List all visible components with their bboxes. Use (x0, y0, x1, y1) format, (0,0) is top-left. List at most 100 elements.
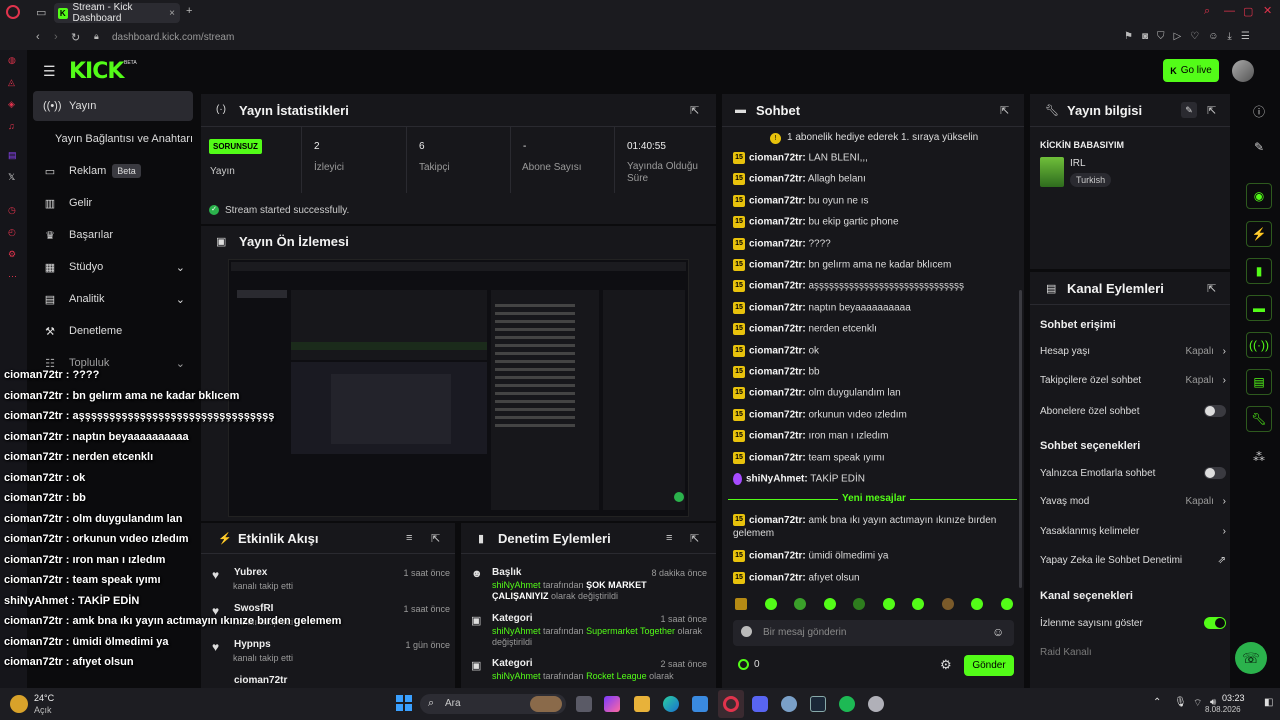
chat-username[interactable]: cioman72tr: (749, 431, 806, 442)
mod-user[interactable]: shiNyAhmet (492, 626, 541, 636)
sidebar-item-studio[interactable]: ▦ Stüdyo ⌄ (33, 252, 193, 282)
discord-icon[interactable] (752, 696, 768, 712)
chat-username[interactable]: cioman72tr: (749, 388, 806, 399)
popout-icon[interactable]: ⇱ (1000, 104, 1009, 117)
file-explorer-icon[interactable] (634, 696, 650, 712)
channel-icon[interactable]: ▤ (1246, 369, 1272, 395)
emote-icon[interactable] (735, 598, 747, 610)
filter-icon[interactable]: ≡ (406, 532, 412, 544)
x-icon[interactable]: 𝕏 (8, 172, 15, 183)
camera-icon[interactable]: ◉ (1246, 183, 1272, 209)
sidebar-item-analytics[interactable]: ▤ Analitik ⌄ (33, 284, 193, 314)
sidebar-item-stream[interactable]: ((•)) Yayın (33, 91, 193, 121)
store-icon[interactable] (692, 696, 708, 712)
info-icon[interactable]: ⓘ (1246, 98, 1272, 124)
tab-menu-icon[interactable]: ▭ (36, 6, 46, 19)
pinned-message[interactable]: ! 1 abonelik hediye ederek 1. sıraya yüks… (770, 132, 978, 144)
mod-user[interactable]: shiNyAhmet (492, 671, 541, 681)
search-icon[interactable]: ⌕ (1204, 5, 1210, 18)
popout-icon[interactable]: ⇱ (1207, 104, 1216, 117)
chat-username[interactable]: cioman72tr: (749, 345, 806, 356)
chat-username[interactable]: cioman72tr: (749, 195, 806, 206)
emoji-icon[interactable]: ☺ (992, 625, 1004, 639)
apps-icon[interactable]: ⁂ (1246, 444, 1272, 470)
clock-date[interactable]: 8.08.2026 (1205, 705, 1241, 714)
notification-icon[interactable]: ◧ (1264, 697, 1273, 708)
sidebar-item-achievements[interactable]: ♛ Başarılar (33, 220, 193, 250)
activity-user[interactable]: cioman72tr (234, 675, 287, 686)
tray-chevron-icon[interactable]: ⌃ (1153, 697, 1161, 708)
twitch-icon[interactable]: ▤ (8, 150, 17, 161)
account-age-row[interactable]: Hesap yaşı Kapalı › (1040, 346, 1226, 357)
chat-scrollbar[interactable] (1019, 290, 1022, 588)
sidebar-item-ads[interactable]: ▭ Reklam Beta (33, 156, 193, 186)
chat-username[interactable]: cioman72tr: (749, 174, 806, 185)
lightning-icon[interactable]: ⚡ (1246, 221, 1272, 247)
stream-preview-video[interactable] (228, 259, 689, 517)
messenger-icon[interactable]: ◍ (8, 55, 16, 66)
chat-username[interactable]: cioman72tr: (749, 452, 806, 463)
sidebar-item-revenue[interactable]: ▥ Gelir (33, 188, 193, 218)
ai-moderation-row[interactable]: Yapay Zeka ile Sohbet Denetimi ⇗ (1040, 555, 1226, 566)
wifi-icon[interactable]: ⌔ (1193, 697, 1202, 710)
clock-icon[interactable]: ◴ (8, 227, 16, 238)
go-live-button[interactable]: K Go live (1163, 59, 1219, 82)
heart-icon[interactable]: ♡ (1190, 31, 1199, 45)
document-icon[interactable]: ▮ (1246, 258, 1272, 284)
activity-user[interactable]: Yubrex (234, 567, 267, 578)
chat-icon[interactable]: ▬ (1246, 295, 1272, 321)
new-tab-button[interactable]: + (186, 5, 192, 17)
points-icon[interactable] (738, 659, 749, 670)
chat-username[interactable]: shiNyAhmet: (746, 474, 808, 485)
chat-username[interactable]: cioman72tr: (749, 409, 806, 420)
edge-icon[interactable] (663, 696, 679, 712)
chat-username[interactable]: cioman72tr: (749, 367, 806, 378)
chat-username[interactable]: cioman72tr: (749, 281, 806, 292)
back-icon[interactable]: ‹ (36, 31, 40, 43)
clock-time[interactable]: 03:23 (1222, 693, 1245, 703)
mod-user[interactable]: shiNyAhmet (492, 580, 541, 590)
shield-icon[interactable]: ⛉ (1157, 31, 1165, 45)
slow-mode-row[interactable]: Yavaş mod Kapalı › (1040, 496, 1226, 507)
more-icon[interactable]: ⋯ (8, 271, 17, 282)
chat-input[interactable]: Bir mesaj gönderin ☺ (733, 620, 1014, 646)
download-icon[interactable]: ⤓ (1227, 31, 1231, 45)
forward-icon[interactable]: › (54, 31, 58, 43)
chat-username[interactable]: cioman72tr: (749, 260, 806, 271)
music-icon[interactable]: ♫ (8, 121, 15, 131)
reload-icon[interactable]: ↻ (71, 31, 80, 44)
emote-icon[interactable] (941, 598, 954, 610)
chat-username[interactable]: cioman72tr: (749, 551, 806, 562)
edit-icon[interactable]: ✎ (1181, 102, 1197, 118)
filter-icon[interactable]: ≡ (666, 532, 672, 544)
pencil-icon[interactable]: ✎ (1246, 134, 1272, 160)
gear-icon[interactable]: ⚙ (940, 657, 952, 673)
chat-app-icon[interactable]: ◈ (8, 99, 15, 110)
opera-gx-icon[interactable] (723, 696, 739, 712)
opera-logo-icon[interactable] (6, 5, 20, 19)
spotify-icon[interactable] (839, 696, 855, 712)
emote-icon[interactable] (764, 598, 777, 610)
microphone-icon[interactable]: 🎙︎ (1174, 697, 1187, 708)
sidebar-item-moderation[interactable]: ⚒ Denetleme (33, 316, 193, 346)
steam-icon[interactable] (810, 696, 826, 712)
popout-icon[interactable]: ⇱ (690, 104, 699, 117)
emote-icon[interactable] (823, 598, 836, 610)
support-chat-icon[interactable]: ☏ (1235, 642, 1267, 674)
popout-icon[interactable]: ⇱ (690, 532, 699, 545)
avatar[interactable] (1232, 60, 1254, 82)
category-name[interactable]: IRL (1070, 158, 1086, 169)
task-view-icon[interactable] (576, 696, 592, 712)
ai-icon[interactable]: ◬ (8, 77, 15, 88)
kick-logo[interactable]: KICK (69, 59, 124, 84)
emote-icon[interactable] (853, 598, 866, 610)
chat-username[interactable]: cioman72tr: (749, 238, 806, 249)
camera-icon[interactable]: ◙ (1142, 31, 1148, 45)
activity-user[interactable]: Hypnps (234, 639, 271, 650)
emotes-only-toggle[interactable] (1204, 467, 1226, 479)
obs-icon[interactable] (781, 696, 797, 712)
bookmark-icon[interactable]: ⚑ (1124, 31, 1133, 45)
emote-icon[interactable] (1000, 598, 1013, 610)
followers-only-row[interactable]: Takipçilere özel sohbet Kapalı › (1040, 375, 1226, 386)
player-icon[interactable]: ▷ (1174, 31, 1182, 45)
